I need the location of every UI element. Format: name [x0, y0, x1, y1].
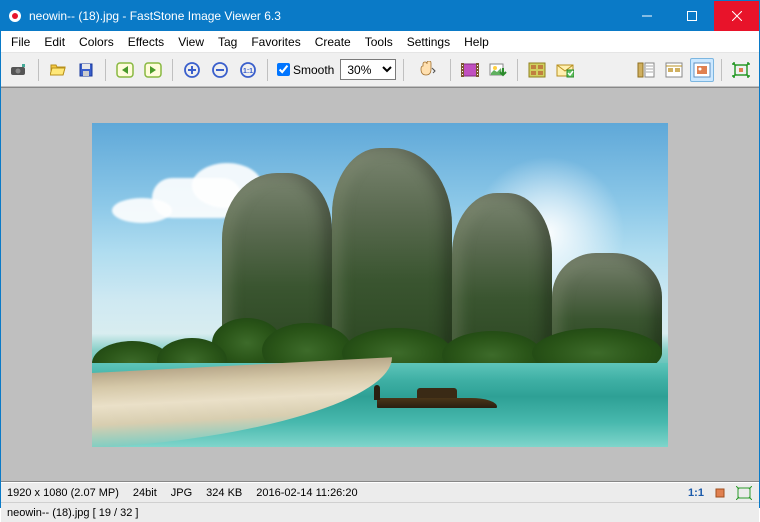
svg-text:1:1: 1:1: [243, 68, 253, 75]
close-button[interactable]: [714, 1, 759, 31]
status-format: JPG: [171, 487, 192, 499]
menubar: File Edit Colors Effects View Tag Favori…: [1, 31, 759, 53]
windowed-view-button[interactable]: [662, 58, 686, 82]
next-button[interactable]: [141, 58, 165, 82]
menu-edit[interactable]: Edit: [38, 33, 71, 51]
zoom-out-button[interactable]: [208, 58, 232, 82]
previous-button[interactable]: [113, 58, 137, 82]
menu-effects[interactable]: Effects: [122, 33, 170, 51]
actual-size-button[interactable]: 1:1: [236, 58, 260, 82]
toolbar-separator: [267, 59, 268, 81]
compare-images-button[interactable]: [525, 58, 549, 82]
slideshow-button[interactable]: [458, 58, 482, 82]
smooth-checkbox-input[interactable]: [277, 63, 290, 76]
status-depth: 24bit: [133, 487, 157, 499]
acquire-scanner-button[interactable]: [7, 58, 31, 82]
fit-window-small-button[interactable]: [735, 485, 753, 501]
minimize-button[interactable]: [624, 1, 669, 31]
toolbar-separator: [403, 59, 404, 81]
fullscreen-view-button[interactable]: [690, 58, 714, 82]
window-controls: [624, 1, 759, 31]
browser-view-button[interactable]: [634, 58, 658, 82]
menu-create[interactable]: Create: [309, 33, 357, 51]
menu-view[interactable]: View: [172, 33, 210, 51]
menu-help[interactable]: Help: [458, 33, 495, 51]
app-icon: [7, 8, 23, 24]
menu-tools[interactable]: Tools: [359, 33, 399, 51]
toolbar-separator: [517, 59, 518, 81]
toolbar-separator: [450, 59, 451, 81]
status-filesize: 324 KB: [206, 487, 242, 499]
menu-colors[interactable]: Colors: [73, 33, 120, 51]
smooth-checkbox[interactable]: Smooth: [275, 63, 336, 77]
status-bar-file: neowin-- (18).jpg [ 19 / 32 ]: [1, 502, 759, 522]
toolbar-separator: [172, 59, 173, 81]
image-viewport[interactable]: [1, 87, 759, 482]
menu-file[interactable]: File: [5, 33, 36, 51]
open-file-button[interactable]: [46, 58, 70, 82]
status-bar-info: 1920 x 1080 (2.07 MP) 24bit JPG 324 KB 2…: [1, 482, 759, 502]
slideshow-builder-button[interactable]: [486, 58, 510, 82]
status-dimensions: 1920 x 1080 (2.07 MP): [7, 487, 119, 499]
status-filename-position: neowin-- (18).jpg [ 19 / 32 ]: [7, 507, 138, 519]
smooth-label: Smooth: [293, 63, 334, 77]
window-title: neowin-- (18).jpg - FastStone Image View…: [29, 9, 624, 23]
menu-favorites[interactable]: Favorites: [245, 33, 306, 51]
save-button[interactable]: [74, 58, 98, 82]
zoom-select[interactable]: 30%: [340, 59, 396, 80]
ratio-1-1-button[interactable]: 1:1: [687, 485, 705, 501]
email-button[interactable]: [553, 58, 577, 82]
status-datetime: 2016-02-14 11:26:20: [256, 487, 357, 499]
menu-tag[interactable]: Tag: [212, 33, 243, 51]
toolbar-separator: [721, 59, 722, 81]
menu-settings[interactable]: Settings: [401, 33, 456, 51]
toolbar-separator: [38, 59, 39, 81]
titlebar: neowin-- (18).jpg - FastStone Image View…: [1, 1, 759, 31]
hand-tool-button[interactable]: [411, 58, 443, 82]
maximize-button[interactable]: [669, 1, 714, 31]
toolbar: 1:1 Smooth 30%: [1, 53, 759, 87]
displayed-image: [92, 123, 668, 447]
fit-image-small-button[interactable]: [711, 485, 729, 501]
toolbar-separator: [105, 59, 106, 81]
zoom-in-button[interactable]: [180, 58, 204, 82]
fit-window-button[interactable]: [729, 58, 753, 82]
